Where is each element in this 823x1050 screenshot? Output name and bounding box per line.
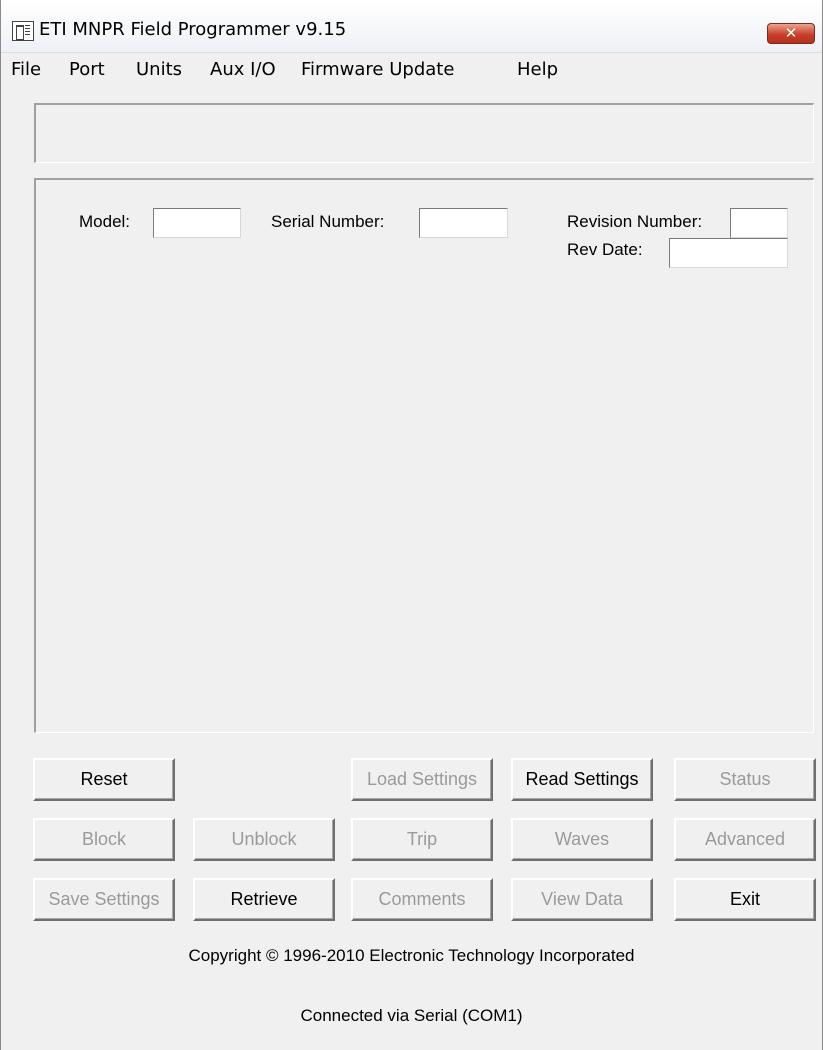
reset-button[interactable]: Reset — [33, 758, 175, 801]
revision-number-field[interactable] — [730, 208, 788, 238]
status-button[interactable]: Status — [674, 758, 816, 801]
block-button[interactable]: Block — [33, 818, 175, 861]
menu-firmware-update[interactable]: Firmware Update — [301, 59, 454, 80]
rev-date-label: Rev Date: — [567, 240, 643, 259]
menu-units[interactable]: Units — [136, 59, 182, 80]
retrieve-button[interactable]: Retrieve — [193, 878, 335, 921]
serial-number-label: Serial Number: — [271, 212, 385, 231]
window-title: ETI MNPR Field Programmer v9.15 — [39, 19, 347, 40]
unblock-button[interactable]: Unblock — [193, 818, 335, 861]
view-data-button[interactable]: View Data — [511, 878, 653, 921]
connection-status: Connected via Serial (COM1) — [300, 1006, 523, 1025]
serial-number-field[interactable] — [419, 208, 508, 238]
status-message-box — [34, 103, 814, 163]
model-label: Model: — [79, 212, 131, 231]
title-bar[interactable]: ETI MNPR Field Programmer v9.15 ✕ — [1, 0, 822, 53]
copyright-text: Copyright © 1996-2010 Electronic Technol… — [188, 946, 635, 965]
menu-help[interactable]: Help — [517, 59, 558, 80]
advanced-button[interactable]: Advanced — [674, 818, 816, 861]
close-button[interactable]: ✕ — [767, 23, 815, 44]
app-window: ETI MNPR Field Programmer v9.15 ✕ File P… — [0, 0, 823, 1050]
rev-date-field[interactable] — [669, 238, 788, 268]
menu-aux-io[interactable]: Aux I/O — [210, 59, 276, 80]
comments-button[interactable]: Comments — [351, 878, 493, 921]
menu-file[interactable]: File — [11, 59, 41, 80]
app-icon[interactable] — [12, 21, 34, 41]
exit-button[interactable]: Exit — [674, 878, 816, 921]
trip-button[interactable]: Trip — [351, 818, 493, 861]
model-field[interactable] — [153, 208, 241, 238]
read-settings-button[interactable]: Read Settings — [511, 758, 653, 801]
waves-button[interactable]: Waves — [511, 818, 653, 861]
revision-number-label: Revision Number: — [567, 212, 703, 231]
menu-port[interactable]: Port — [69, 59, 105, 80]
load-settings-button[interactable]: Load Settings — [351, 758, 493, 801]
save-settings-button[interactable]: Save Settings — [33, 878, 175, 921]
